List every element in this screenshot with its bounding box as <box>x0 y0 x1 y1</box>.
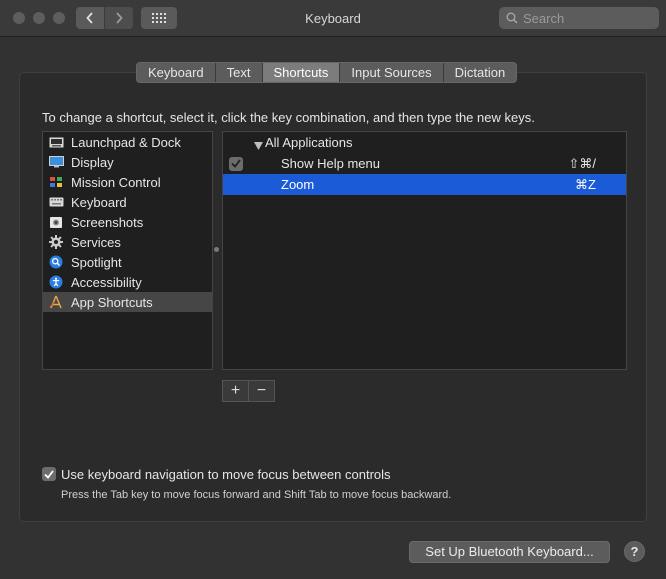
category-label: Display <box>71 154 114 170</box>
category-display[interactable]: Display <box>43 152 212 172</box>
shortcut-row[interactable]: Show Help menu ⇧⌘/ <box>223 153 626 174</box>
category-label: Spotlight <box>71 254 122 270</box>
category-screenshots[interactable]: Screenshots <box>43 212 212 232</box>
instruction-text: To change a shortcut, select it, click t… <box>42 110 535 125</box>
checkmark-icon <box>231 159 241 168</box>
spotlight-icon <box>48 255 64 269</box>
shortcut-row-selected[interactable]: Zoom ⌘Z <box>223 174 626 195</box>
shortcut-key-combo[interactable]: ⇧⌘/ <box>568 156 596 172</box>
shortcut-key-combo[interactable]: ⌘Z <box>575 177 596 193</box>
category-label: App Shortcuts <box>71 294 153 310</box>
category-label: Screenshots <box>71 214 144 230</box>
gear-icon <box>48 235 64 249</box>
remove-shortcut-button[interactable]: − <box>248 381 274 401</box>
accessibility-icon <box>48 275 64 289</box>
category-label: Accessibility <box>71 274 142 290</box>
shortcut-group-row[interactable]: All Applications <box>223 132 626 153</box>
tab-input-sources[interactable]: Input Sources <box>339 63 442 82</box>
launchpad-dock-icon <box>48 135 64 149</box>
help-button[interactable]: ? <box>624 541 645 562</box>
shortcuts-list[interactable]: All Applications Show Help menu ⇧⌘/ Zoom… <box>222 131 627 370</box>
add-shortcut-button[interactable]: + <box>223 381 248 401</box>
tab-bar: Keyboard Text Shortcuts Input Sources Di… <box>136 62 518 83</box>
app-shortcuts-icon <box>48 295 64 309</box>
category-keyboard[interactable]: Keyboard <box>43 192 212 212</box>
checkmark-icon <box>44 469 54 479</box>
title-bar: Keyboard Search <box>0 0 666 37</box>
category-accessibility[interactable]: Accessibility <box>43 272 212 292</box>
disclosure-triangle-icon[interactable] <box>254 138 263 153</box>
tab-keyboard[interactable]: Keyboard <box>137 63 215 82</box>
shortcut-label: Zoom <box>281 177 315 192</box>
screenshots-icon <box>48 215 64 229</box>
category-label: Services <box>71 234 121 250</box>
display-icon <box>48 155 64 169</box>
split-view-divider[interactable] <box>214 247 219 252</box>
category-label: Keyboard <box>71 194 127 210</box>
category-launchpad-dock[interactable]: Launchpad & Dock <box>43 132 212 152</box>
search-field[interactable]: Search <box>499 7 659 29</box>
keyboard-navigation-checkbox[interactable] <box>42 467 56 481</box>
shortcut-label: Show Help menu <box>281 156 380 171</box>
shortcut-enabled-checkbox[interactable] <box>229 156 243 171</box>
category-services[interactable]: Services <box>43 232 212 252</box>
category-mission-control[interactable]: Mission Control <box>43 172 212 192</box>
add-remove-control: + − <box>222 380 275 402</box>
tab-shortcuts[interactable]: Shortcuts <box>261 63 340 82</box>
search-placeholder: Search <box>523 10 565 26</box>
setup-bluetooth-keyboard-button[interactable]: Set Up Bluetooth Keyboard... <box>409 541 610 563</box>
shortcut-group-label: All Applications <box>265 135 353 150</box>
keyboard-icon <box>48 195 64 209</box>
search-icon <box>506 12 518 24</box>
keyboard-navigation-hint: Press the Tab key to move focus forward … <box>61 489 452 501</box>
keyboard-navigation-label[interactable]: Use keyboard navigation to move focus be… <box>61 467 391 482</box>
category-app-shortcuts[interactable]: App Shortcuts <box>43 292 212 312</box>
category-spotlight[interactable]: Spotlight <box>43 252 212 272</box>
tab-dictation[interactable]: Dictation <box>442 63 517 82</box>
category-label: Mission Control <box>71 174 161 190</box>
category-list[interactable]: Launchpad & Dock Display Mission Control… <box>42 131 213 370</box>
category-label: Launchpad & Dock <box>71 134 181 150</box>
mission-control-icon <box>48 175 64 189</box>
tab-text[interactable]: Text <box>214 63 262 82</box>
